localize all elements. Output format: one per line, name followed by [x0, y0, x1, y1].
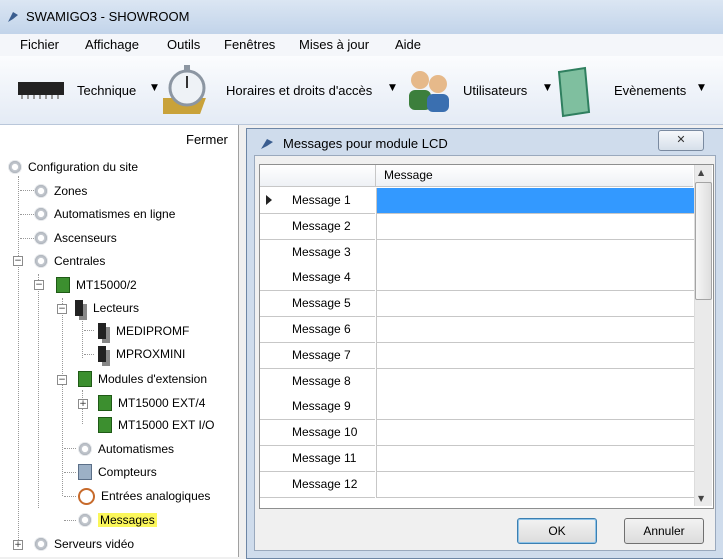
- tree-item-messages[interactable]: Messages: [78, 510, 157, 530]
- grid-header-row: [260, 165, 693, 187]
- collapse-icon[interactable]: −: [57, 375, 67, 385]
- current-row-arrow-icon: [266, 195, 272, 205]
- gauge-icon: [78, 487, 95, 505]
- tree-item-configuration[interactable]: Configuration du site: [8, 157, 138, 177]
- scrollbar-thumb[interactable]: [695, 182, 712, 300]
- tree-item-serveurs-video[interactable]: Serveurs vidéo: [34, 534, 134, 554]
- tree-item-entrees-analogiques[interactable]: Entrées analogiques: [78, 486, 210, 506]
- chevron-down-icon[interactable]: ▼: [389, 83, 396, 93]
- row-label: Message 7: [292, 348, 351, 362]
- message-cell[interactable]: [376, 214, 694, 240]
- message-cell[interactable]: [376, 472, 694, 498]
- expand-icon[interactable]: +: [13, 540, 23, 550]
- tree-item-mt15000-ext-io[interactable]: MT15000 EXT I/O: [98, 415, 215, 435]
- row-label: Message 3: [292, 245, 351, 259]
- app-icon: [261, 139, 273, 149]
- row-label: Message 4: [292, 270, 351, 284]
- window-title: SWAMIGO3 - SHOWROOM: [26, 9, 190, 24]
- tree-item-mproxmini[interactable]: MPROXMINI: [98, 344, 185, 364]
- scroll-down-icon[interactable]: ▼: [698, 494, 704, 503]
- stopwatch-icon: [163, 65, 206, 114]
- module-icon: [56, 277, 70, 293]
- collapse-icon[interactable]: −: [34, 280, 44, 290]
- row-label: Message 1: [292, 193, 351, 207]
- row-label: Message 6: [292, 322, 351, 336]
- menu-fichier[interactable]: Fichier: [20, 37, 59, 52]
- module-icon: [98, 395, 112, 411]
- chevron-down-icon[interactable]: ▼: [151, 83, 158, 93]
- tree-item-compteurs[interactable]: Compteurs: [78, 462, 157, 482]
- expand-icon[interactable]: +: [78, 399, 88, 409]
- menu-mises-a-jour[interactable]: Mises à jour: [299, 37, 369, 52]
- gear-icon: [8, 160, 22, 174]
- reader-icon: [75, 300, 83, 316]
- menu-affichage[interactable]: Affichage: [85, 37, 139, 52]
- row-label: Message 8: [292, 374, 351, 388]
- menu-outils[interactable]: Outils: [167, 37, 200, 52]
- row-label: Message 2: [292, 219, 351, 233]
- module-icon: [78, 371, 92, 387]
- tree-item-automatismes-en-ligne[interactable]: Automatismes en ligne: [34, 204, 175, 224]
- cancel-button[interactable]: Annuler: [624, 518, 704, 544]
- events-icon: [557, 66, 591, 118]
- ok-button[interactable]: OK: [517, 518, 597, 544]
- dialog-title: Messages pour module LCD: [283, 136, 448, 151]
- reader-icon: [98, 346, 106, 362]
- gear-icon: [78, 513, 92, 527]
- message-cell[interactable]: [376, 317, 694, 343]
- row-label: Message 9: [292, 399, 351, 413]
- tree-item-modules-extension[interactable]: Modules d'extension: [78, 369, 207, 389]
- toolbar-utilisateurs[interactable]: Utilisateurs: [463, 83, 527, 98]
- menu-fenetres[interactable]: Fenêtres: [224, 37, 275, 52]
- message-cell[interactable]: [376, 394, 694, 420]
- users-icon: [409, 71, 449, 112]
- tree-item-ascenseurs[interactable]: Ascenseurs: [34, 228, 117, 248]
- toolbar-horaires[interactable]: Horaires et droits d'accès: [226, 83, 372, 98]
- tree-item-lecteurs[interactable]: Lecteurs: [75, 298, 139, 318]
- tree-item-zones[interactable]: Zones: [34, 181, 87, 201]
- gear-icon: [34, 184, 48, 198]
- message-cell[interactable]: [376, 188, 694, 214]
- tree-item-automatismes[interactable]: Automatismes: [78, 439, 174, 459]
- chip-icon: [18, 82, 64, 99]
- gear-icon: [78, 442, 92, 456]
- message-cell[interactable]: [376, 420, 694, 446]
- message-cell[interactable]: [376, 265, 694, 291]
- menu-aide[interactable]: Aide: [395, 37, 421, 52]
- message-cell[interactable]: [376, 343, 694, 369]
- row-label: Message 5: [292, 296, 351, 310]
- message-cell[interactable]: [376, 446, 694, 472]
- calculator-icon: [78, 464, 92, 480]
- collapse-icon[interactable]: −: [13, 256, 23, 266]
- message-cell[interactable]: [376, 369, 694, 395]
- scroll-up-icon[interactable]: ▲: [698, 168, 704, 177]
- chevron-down-icon[interactable]: ▼: [544, 83, 551, 93]
- toolbar-technique[interactable]: Technique: [77, 83, 136, 98]
- gear-icon: [34, 207, 48, 221]
- module-icon: [98, 417, 112, 433]
- tree-item-mt15000-2[interactable]: MT15000/2: [56, 275, 137, 295]
- row-label: Message 11: [292, 451, 357, 465]
- tree-item-centrales[interactable]: Centrales: [34, 251, 105, 271]
- gear-icon: [34, 254, 48, 268]
- message-cell[interactable]: [376, 291, 694, 317]
- app-icon: [8, 12, 18, 22]
- close-panel-button[interactable]: Fermer: [186, 132, 228, 147]
- collapse-icon[interactable]: −: [57, 304, 67, 314]
- gear-icon: [34, 537, 48, 551]
- reader-icon: [98, 323, 106, 339]
- tree-item-mt15000-ext4[interactable]: MT15000 EXT/4: [98, 393, 205, 413]
- tree-item-medipromf[interactable]: MEDIPROMF: [98, 321, 189, 341]
- row-label: Message 12: [292, 477, 358, 491]
- message-cell[interactable]: [376, 240, 694, 266]
- close-icon[interactable]: ✕: [658, 130, 704, 151]
- toolbar-evenements[interactable]: Evènements: [614, 83, 686, 98]
- row-label: Message 10: [292, 425, 358, 439]
- column-header-message[interactable]: Message: [384, 168, 433, 182]
- chevron-down-icon[interactable]: ▼: [698, 83, 705, 93]
- gear-icon: [34, 231, 48, 245]
